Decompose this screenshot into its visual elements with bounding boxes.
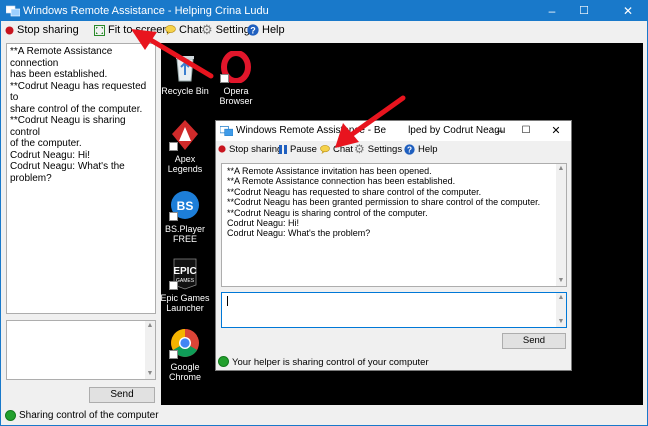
chat-message: **Codrut Neagu is sharing control	[10, 115, 126, 138]
chat-message: Codrut Neagu: Hi!	[10, 149, 91, 161]
desktop-icon-chrome[interactable]: Google Chrome	[160, 327, 210, 382]
svg-text:EPIC: EPIC	[173, 266, 196, 277]
minimize-button[interactable]: –	[537, 1, 567, 21]
apex-label: Apex Legends	[167, 154, 203, 174]
recycle-bin-label: Recycle Bin	[161, 86, 209, 96]
inner-input-scrollbar[interactable]: ▲ ▼	[556, 293, 566, 327]
scroll-up-icon[interactable]: ▲	[556, 164, 566, 174]
scroll-down-icon[interactable]: ▼	[145, 369, 155, 379]
chat-log: **A Remote Assistance connection has been…	[6, 43, 156, 314]
remote-assistance-inner-window[interactable]: Windows Remote Assistance - Be lped by Co…	[215, 120, 572, 371]
title-bar: Windows Remote Assistance - Helping Crin…	[1, 1, 647, 21]
inner-chat-message: **Codrut Neagu is sharing control of the…	[227, 207, 428, 218]
inner-chat-message: **A Remote Assistance invitation has bee…	[227, 166, 432, 176]
inner-chat-scrollbar[interactable]: ▲ ▼	[556, 164, 566, 286]
scroll-down-icon[interactable]: ▼	[556, 276, 566, 286]
inner-chat-message: **Codrut Neagu has been granted permissi…	[227, 197, 541, 208]
inner-pause-button[interactable]: Pause	[279, 143, 317, 157]
inner-chat-log: ▲ ▼ **A Remote Assistance invitation has…	[221, 163, 567, 287]
desktop-icon-apex[interactable]: Apex Legends	[160, 119, 210, 174]
window-title: Windows Remote Assistance - Helping Crin…	[23, 5, 269, 17]
send-button[interactable]: Send	[89, 387, 155, 403]
remote-assistance-icon	[220, 125, 233, 136]
inner-help-label: Help	[418, 144, 438, 155]
inner-minimize-button[interactable]: –	[486, 121, 514, 141]
opera-label: Opera Browser	[219, 86, 253, 106]
shortcut-arrow-icon	[169, 212, 178, 221]
desktop-icon-opera[interactable]: Opera Browser	[211, 50, 261, 106]
desktop-icon-bsplayer[interactable]: BS BS.Player FREE	[160, 189, 210, 244]
remote-assistance-window: Windows Remote Assistance - Helping Crin…	[0, 0, 648, 426]
chat-message: of the computer.	[10, 138, 82, 149]
shortcut-arrow-icon	[169, 350, 178, 359]
inner-status-bar: Your helper is sharing control of your c…	[216, 354, 571, 371]
scroll-up-icon[interactable]: ▲	[145, 321, 155, 331]
inner-close-button[interactable]: ✕	[542, 121, 570, 141]
svg-text:?: ?	[250, 25, 256, 35]
inner-chat-message: Codrut Neagu: Hi!	[227, 218, 300, 229]
chat-input[interactable]: ▲ ▼	[6, 320, 156, 380]
stop-icon	[218, 145, 226, 154]
epic-icon: EPIC GAMES	[169, 258, 201, 290]
chat-message: **Codrut Neagu has requested to	[10, 80, 147, 104]
close-button[interactable]: ✕	[613, 1, 643, 21]
help-icon: ?	[247, 24, 259, 36]
inner-chat-message: **A Remote Assistance connection has bee…	[227, 176, 456, 187]
toolbar: Stop sharing Fit to screen Chat ⚙ Setting…	[1, 21, 647, 39]
stop-sharing-label: Stop sharing	[17, 24, 79, 36]
inner-chat-message: Codrut Neagu: What's the problem?	[227, 228, 371, 239]
bsplayer-label: BS.Player FREE	[164, 224, 206, 244]
chat-message: problem?	[10, 172, 52, 184]
chat-message: Codrut Neagu: What's the	[10, 161, 125, 172]
desktop-icon-epic[interactable]: EPIC GAMES Epic Games Launcher	[160, 258, 210, 313]
inner-stop-sharing-label: Stop sharing	[229, 144, 283, 155]
annotation-arrow-icon	[131, 29, 214, 79]
opera-icon	[220, 50, 252, 84]
shortcut-arrow-icon	[169, 281, 178, 290]
maximize-button[interactable]: ☐	[569, 1, 599, 21]
svg-text:GAMES: GAMES	[176, 278, 195, 284]
status-indicator-icon	[218, 356, 229, 367]
scroll-down-icon[interactable]: ▼	[556, 317, 566, 327]
status-bar: Sharing control of the computer	[1, 407, 647, 425]
stop-icon	[5, 26, 14, 35]
inner-pause-label: Pause	[290, 144, 317, 155]
status-text: Sharing control of the computer	[19, 410, 159, 421]
apex-icon	[169, 119, 201, 151]
chrome-label: Google Chrome	[168, 362, 201, 382]
chat-input-scrollbar[interactable]: ▲ ▼	[145, 321, 155, 379]
inner-maximize-button[interactable]: ☐	[512, 121, 540, 141]
shortcut-arrow-icon	[169, 142, 178, 151]
pause-icon	[279, 144, 287, 154]
annotation-arrow-icon	[335, 95, 406, 148]
epic-label: Epic Games Launcher	[160, 293, 210, 313]
inner-send-button[interactable]: Send	[502, 333, 566, 349]
shortcut-arrow-icon	[220, 74, 229, 83]
inner-help-button[interactable]: ? Help	[404, 143, 438, 157]
help-button[interactable]: ? Help	[247, 23, 285, 37]
bsplayer-icon: BS	[169, 189, 201, 221]
text-cursor	[227, 296, 228, 306]
scroll-up-icon[interactable]: ▲	[556, 293, 566, 303]
remote-assistance-icon	[6, 5, 20, 17]
chrome-icon	[169, 327, 201, 359]
fit-to-screen-icon	[94, 24, 105, 36]
status-indicator-icon	[5, 410, 16, 421]
inner-chat-input[interactable]: ▲ ▼	[221, 292, 567, 328]
chat-message: share control of the computer.	[10, 103, 143, 115]
inner-chat-message: **Codrut Neagu has requested to share co…	[227, 186, 482, 197]
inner-stop-sharing-button[interactable]: Stop sharing	[218, 143, 282, 157]
stop-sharing-button[interactable]: Stop sharing	[5, 23, 79, 37]
inner-status-text: Your helper is sharing control of your c…	[232, 357, 429, 368]
svg-text:BS: BS	[177, 199, 194, 213]
help-label: Help	[262, 24, 285, 36]
